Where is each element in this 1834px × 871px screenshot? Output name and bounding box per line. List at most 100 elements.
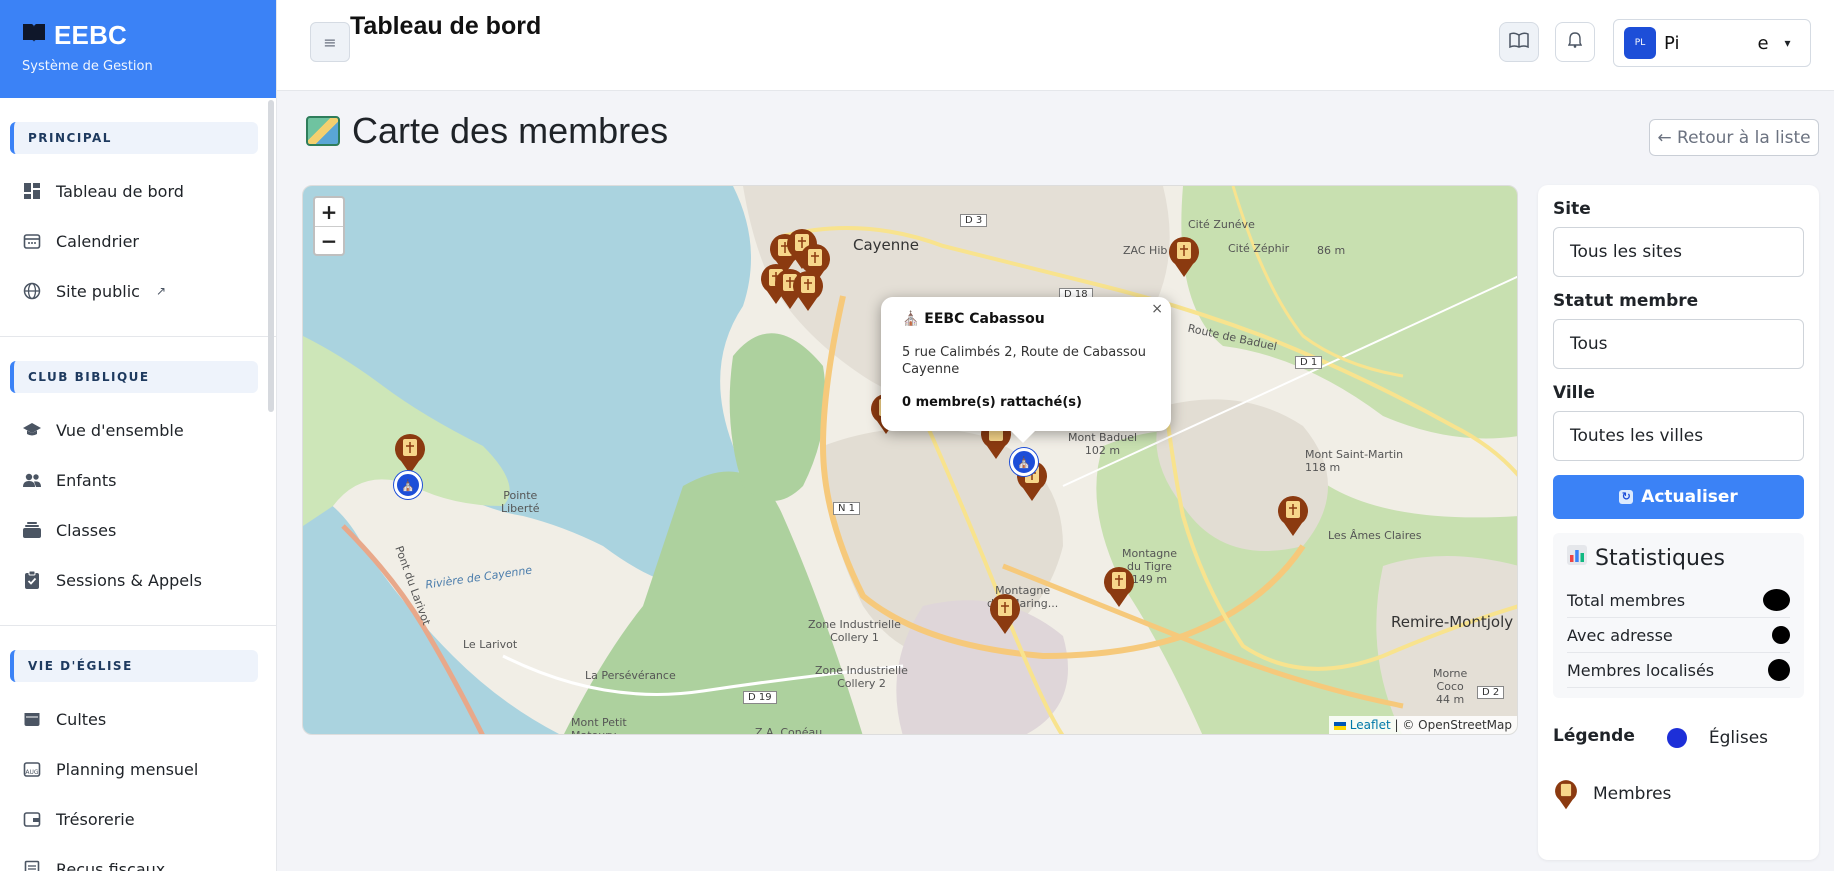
map-label-mont-baduel: Mont Baduel 102 m: [1068, 431, 1138, 457]
church-marker[interactable]: ⛪: [1010, 448, 1038, 476]
sidebar-nav: PRINCIPAL Tableau de bord Calendrier Sit…: [0, 98, 276, 871]
map-label-remire: Remire-Montjoly: [1391, 613, 1514, 631]
filters-panel: Site Tous les sites Statut membre Tous V…: [1538, 185, 1819, 860]
sidebar-scrollbar[interactable]: [268, 100, 274, 412]
dashboard-icon: [22, 181, 42, 201]
page-title: Carte des membres: [306, 110, 668, 152]
popup-member-count: 0 membre(s) rattaché(s): [902, 394, 1082, 410]
nav-enfants[interactable]: Enfants: [0, 455, 276, 505]
nav-label: Trésorerie: [56, 809, 135, 829]
map-label-d3: D 3: [960, 214, 988, 227]
user-name-start: Pi: [1664, 32, 1680, 54]
nav-label: Tableau de bord: [56, 181, 184, 201]
nav-calendrier[interactable]: Calendrier: [0, 216, 276, 266]
clipboard-check-icon: [22, 570, 42, 590]
nav-site-public[interactable]: Site public ↗: [0, 266, 276, 316]
stat-row: Total membres: [1567, 583, 1790, 618]
map-label-d19: D 19: [743, 691, 777, 704]
close-icon[interactable]: ×: [1151, 301, 1163, 317]
wallet-icon: [22, 809, 42, 829]
site-select[interactable]: Tous les sites: [1553, 227, 1804, 277]
map-label-cite-zephir: Cité Zéphir: [1228, 242, 1290, 255]
topbar-title: Tableau de bord: [350, 12, 542, 40]
map-label-d2: D 2: [1477, 686, 1505, 699]
member-marker[interactable]: [393, 431, 427, 475]
zoom-in-button[interactable]: +: [315, 198, 343, 226]
nav-classes[interactable]: Classes: [0, 505, 276, 555]
member-marker[interactable]: [1167, 234, 1201, 278]
notifications-button[interactable]: [1555, 22, 1595, 62]
nav-label: Sessions & Appels: [56, 570, 202, 590]
stat-label: Membres localisés: [1567, 660, 1715, 680]
nav-vue-ensemble[interactable]: Vue d'ensemble: [0, 405, 276, 455]
legend-members-label: Membres: [1593, 784, 1672, 804]
member-marker[interactable]: [791, 268, 825, 312]
members-map[interactable]: + − Cayenne Cité Zunéve Cité Zéphir ZAC …: [302, 185, 1518, 735]
nav-label: Site public: [56, 281, 140, 301]
osm-attribution: | © OpenStreetMap: [1394, 718, 1512, 732]
map-label-pointe-liberte: Pointe Liberté: [501, 489, 540, 515]
nav-recus-fiscaux[interactable]: Reçus fiscaux: [0, 844, 276, 871]
map-label-mont-saint-martin: Mont Saint-Martin 118 m: [1305, 448, 1404, 474]
legend-members: Membres: [1553, 778, 1804, 810]
nav-tableau-de-bord[interactable]: Tableau de bord: [0, 166, 276, 216]
statut-label: Statut membre: [1553, 291, 1699, 311]
back-to-list-button[interactable]: ← Retour à la liste: [1649, 119, 1819, 156]
stat-row: Membres localisés: [1567, 653, 1790, 688]
stat-label: Avec adresse: [1567, 625, 1673, 645]
map-label-za-coneau: Z.A. Conéau: [755, 726, 823, 735]
book-icon: [22, 20, 46, 51]
graduation-cap-icon: [22, 420, 42, 440]
map-label-zac-hib: ZAC Hib: [1123, 244, 1168, 257]
church-popup: × ⛪ EEBC Cabassou 5 rue Calimbés 2, Rout…: [881, 297, 1171, 443]
nav-label: Vue d'ensemble: [56, 420, 184, 440]
flag-icon: [1333, 721, 1346, 730]
section-club-biblique: CLUB BIBLIQUE: [10, 361, 258, 393]
leaflet-link[interactable]: Leaflet: [1350, 718, 1391, 732]
brand[interactable]: EEBC Système de Gestion: [0, 0, 276, 98]
stat-value-redacted: [1772, 626, 1790, 644]
users-icon: [22, 470, 42, 490]
statut-select[interactable]: Tous: [1553, 319, 1804, 369]
brand-name: EEBC: [54, 20, 128, 50]
map-label-d1: D 1: [1295, 356, 1323, 369]
menu-toggle-button[interactable]: ≡: [310, 22, 350, 62]
zoom-out-button[interactable]: −: [315, 226, 343, 254]
nav-label: Classes: [56, 520, 117, 540]
church-marker[interactable]: ⛪: [394, 471, 422, 499]
map-label-mont-petit: Mont Petit Matoury: [571, 716, 627, 734]
nav-label: Cultes: [56, 709, 107, 729]
sidebar: EEBC Système de Gestion PRINCIPAL Tablea…: [0, 0, 277, 871]
ville-label: Ville: [1553, 383, 1595, 403]
member-marker[interactable]: [1102, 564, 1136, 608]
legend-churches-label: Églises: [1708, 728, 1769, 748]
layers-icon: [22, 520, 42, 540]
refresh-icon: ↻: [1619, 490, 1634, 504]
hamburger-icon: ≡: [323, 32, 337, 52]
church-dot-icon: [1666, 728, 1687, 748]
map-label-la-perseverance: La Persévérance: [585, 669, 676, 682]
nav-planning-mensuel[interactable]: AUG Planning mensuel: [0, 744, 276, 794]
user-menu[interactable]: PL Pi e ▾: [1613, 19, 1811, 67]
member-marker[interactable]: [1276, 493, 1310, 537]
site-label: Site: [1553, 199, 1591, 219]
legend-label: Légende: [1553, 726, 1635, 746]
map-label-morne-coco: Morne Coco 44 m: [1433, 667, 1468, 706]
page-title-text: Carte des membres: [352, 110, 669, 151]
globe-icon: [22, 281, 42, 301]
statistics-title-text: Statistiques: [1595, 545, 1725, 571]
refresh-button[interactable]: ↻ Actualiser: [1553, 475, 1804, 519]
refresh-label: Actualiser: [1641, 487, 1738, 507]
external-link-icon: ↗: [155, 284, 167, 298]
docs-button[interactable]: [1499, 22, 1539, 62]
nav-tresorerie[interactable]: Trésorerie: [0, 794, 276, 844]
popup-title: ⛪ EEBC Cabassou: [902, 311, 1045, 327]
map-label-n1: N 1: [833, 502, 861, 515]
nav-cultes[interactable]: Cultes: [0, 694, 276, 744]
member-marker[interactable]: [988, 591, 1022, 635]
ville-select[interactable]: Toutes les villes: [1553, 411, 1804, 461]
user-name-redacted: [1687, 27, 1750, 59]
brand-subtitle: Système de Gestion: [22, 59, 153, 74]
nav-sessions-appels[interactable]: Sessions & Appels: [0, 555, 276, 605]
topbar: ≡ Tableau de bord PL Pi e ▾: [277, 0, 1834, 91]
